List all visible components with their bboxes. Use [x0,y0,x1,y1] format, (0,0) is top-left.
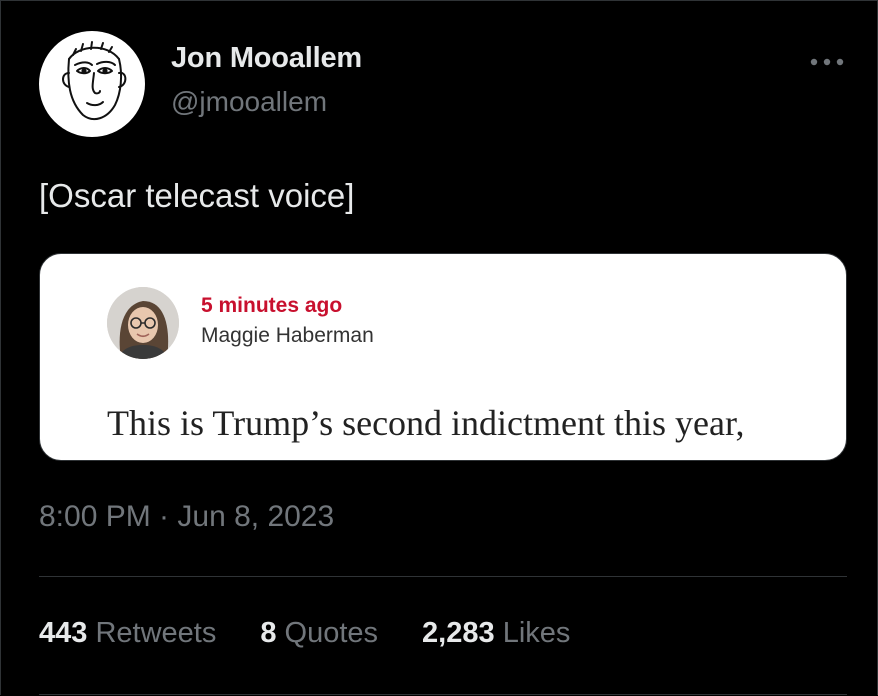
card-byline: Maggie Haberman [201,324,374,347]
card-time-ago: 5 minutes ago [201,294,343,317]
tweet-text: [Oscar telecast voice] [39,177,355,214]
card-headline: This is Trump’s second indictment this y… [107,403,745,443]
card-author-photo [107,287,179,359]
portrait-photo-icon [107,287,179,359]
divider [39,694,847,695]
retweets-label: Retweets [95,617,217,649]
divider [39,576,847,577]
quotes-stat[interactable]: 8 Quotes [260,617,378,650]
author-name[interactable]: Jon Mooallem [171,42,362,75]
author-handle[interactable]: @jmooallem [171,86,327,118]
likes-stat[interactable]: 2,283 Likes [422,617,570,650]
author-avatar[interactable] [39,31,145,137]
tweet-container: Jon Mooallem @jmooallem [Oscar telecast … [0,0,878,695]
likes-label: Likes [502,617,571,649]
media-image[interactable]: 5 minutes ago Maggie Haberman This is Tr… [39,253,847,461]
likes-count: 2,283 [422,617,495,649]
retweets-stat[interactable]: 443 Retweets [39,617,216,650]
more-options-button[interactable] [807,47,847,77]
quotes-count: 8 [260,617,277,649]
tweet-timestamp[interactable]: 8:00 PM · Jun 8, 2023 [39,500,334,534]
engagement-stats: 443 Retweets 8 Quotes 2,283 Likes [39,617,614,650]
retweets-count: 443 [39,617,88,649]
face-sketch-icon [62,41,127,121]
more-horizontal-icon [810,58,844,66]
quotes-label: Quotes [284,617,379,649]
